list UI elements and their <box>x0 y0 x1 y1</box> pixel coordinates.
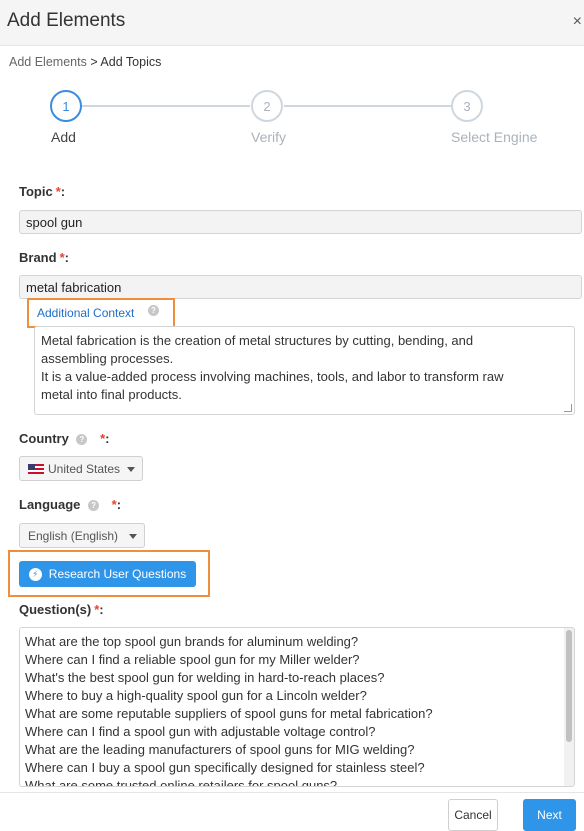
question-item: Where can I buy a spool gun specifically… <box>25 760 425 775</box>
language-selected-value: English (English) <box>28 529 119 543</box>
question-item: Where can I find a spool gun with adjust… <box>25 724 376 739</box>
lightning-icon: ⚡ <box>28 567 42 581</box>
country-selected-value: United States <box>48 462 121 476</box>
label-colon: : <box>64 250 69 265</box>
breadcrumb-current: Add Topics <box>100 55 162 69</box>
modal-title: Add Elements <box>7 10 126 31</box>
step-1-circle[interactable]: 1 <box>50 90 82 122</box>
topic-input[interactable]: spool gun <box>19 210 582 234</box>
context-line: metal into final products. <box>41 387 182 402</box>
wizard-stepper: 1 2 3 Add Verify Select Engine <box>0 88 584 148</box>
question-item: What are some trusted online retailers f… <box>25 778 338 787</box>
questions-list: What are the top spool gun brands for al… <box>25 633 433 787</box>
brand-label: Brand *: <box>19 250 69 265</box>
topic-label: Topic *: <box>19 184 65 199</box>
scrollbar-thumb[interactable] <box>566 630 572 742</box>
label-colon: : <box>105 431 110 446</box>
language-label: Language ? *: <box>19 497 121 512</box>
close-icon[interactable]: × <box>573 13 582 31</box>
breadcrumb-parent[interactable]: Add Elements <box>9 55 87 69</box>
step-2-label: Verify <box>251 129 287 145</box>
cancel-button[interactable]: Cancel <box>448 799 498 831</box>
resize-handle-icon[interactable] <box>564 404 572 412</box>
modal-header: Add Elements × <box>0 0 584 46</box>
questions-scrollbar[interactable] <box>564 628 574 786</box>
help-icon[interactable]: ? <box>88 500 100 511</box>
topic-label-text: Topic <box>19 184 53 199</box>
step-3-circle[interactable]: 3 <box>451 90 483 122</box>
us-flag-icon <box>28 464 44 474</box>
language-select[interactable]: English (English) <box>19 523 145 548</box>
context-line: assembling processes. <box>41 351 174 366</box>
country-label-text: Country <box>19 431 69 446</box>
step-3-label: Select Engine <box>451 129 538 145</box>
breadcrumb-separator: > <box>90 55 98 69</box>
questions-textarea[interactable]: What are the top spool gun brands for al… <box>19 627 575 787</box>
step-2-circle[interactable]: 2 <box>251 90 283 122</box>
country-label: Country ? *: <box>19 431 110 446</box>
label-colon: : <box>60 184 66 199</box>
chevron-down-icon <box>129 534 137 539</box>
context-line: Metal fabrication is the creation of met… <box>41 333 474 348</box>
question-item: Where can I find a reliable spool gun fo… <box>25 652 360 667</box>
step-connector <box>82 105 250 107</box>
country-select[interactable]: United States <box>19 456 143 481</box>
help-icon[interactable]: ? <box>76 434 88 445</box>
question-item: What are the top spool gun brands for al… <box>25 634 359 649</box>
step-connector <box>284 105 452 107</box>
label-colon: : <box>99 602 104 617</box>
research-user-questions-button[interactable]: ⚡ Research User Questions <box>19 561 196 587</box>
question-item: What's the best spool gun for welding in… <box>25 670 385 685</box>
question-item: What are the leading manufacturers of sp… <box>25 742 415 757</box>
question-item: Where to buy a high-quality spool gun fo… <box>25 688 367 703</box>
brand-label-text: Brand <box>19 250 57 265</box>
brand-input[interactable]: metal fabrication <box>19 275 582 299</box>
context-line: It is a value-added process involving ma… <box>41 369 504 384</box>
chevron-down-icon <box>127 467 135 472</box>
question-item: What are some reputable suppliers of spo… <box>25 706 433 721</box>
step-1-label: Add <box>51 129 76 145</box>
additional-context-link[interactable]: Additional Context <box>37 306 134 320</box>
language-label-text: Language <box>19 497 81 512</box>
questions-label: Question(s) *: <box>19 602 104 617</box>
label-colon: : <box>116 497 122 512</box>
next-button[interactable]: Next <box>523 799 576 831</box>
breadcrumb: Add Elements > Add Topics <box>9 55 161 69</box>
research-button-label: Research User Questions <box>48 567 187 581</box>
questions-label-text: Question(s) <box>19 602 92 617</box>
help-icon[interactable]: ? <box>148 305 159 316</box>
additional-context-textarea[interactable]: Metal fabrication is the creation of met… <box>34 326 575 415</box>
